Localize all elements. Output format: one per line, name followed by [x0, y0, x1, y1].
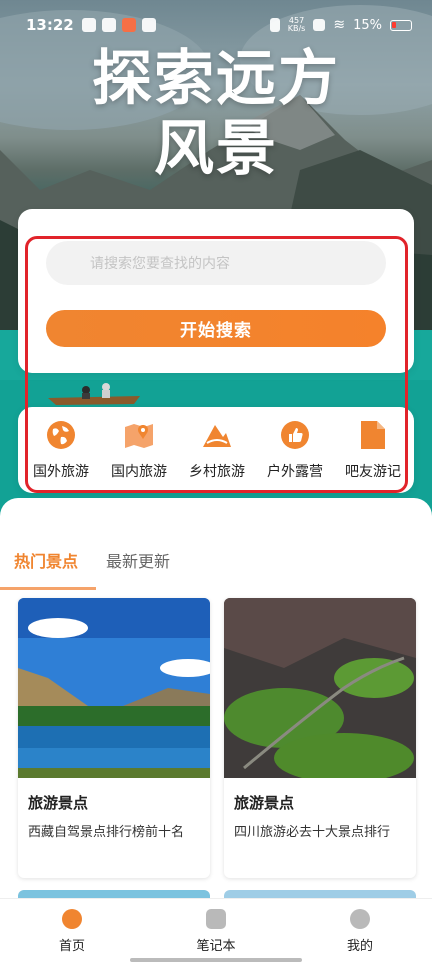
spot-name: 旅游景点	[234, 794, 295, 812]
notification-icon	[121, 18, 136, 32]
tab-latest[interactable]: 最新更新	[92, 550, 184, 590]
tab-hot-spots[interactable]: 热门景点	[0, 550, 92, 590]
nav-label: 我的	[346, 939, 373, 954]
content-sheet: 热门景点 最新更新 旅游景点 西藏自驾景点排行榜前十名 旅游景点 四川旅游必去十…	[0, 498, 432, 908]
hero-title-line2: 风景	[154, 114, 278, 184]
category-label: 国外旅游	[33, 464, 89, 480]
vibrate-icon	[269, 18, 280, 32]
start-search-button[interactable]: 开始搜索	[46, 310, 386, 347]
notification-icons	[81, 18, 156, 32]
category-travel-notes[interactable]: 吧友游记	[334, 407, 412, 493]
category-label: 吧友游记	[345, 464, 401, 480]
wifi-icon: ≋	[333, 17, 346, 33]
hero-title-line1: 探索远方	[92, 44, 340, 114]
status-bar: 13:22 457 KB/s ≋ 15%	[0, 0, 432, 50]
app-icon	[101, 18, 116, 32]
thumbs-up-icon	[281, 421, 309, 449]
nav-profile[interactable]: 我的	[288, 899, 432, 964]
category-label: 乡村旅游	[189, 464, 245, 480]
spot-image	[224, 598, 416, 778]
message-icon	[141, 18, 156, 32]
profile-icon	[350, 909, 370, 929]
home-icon	[62, 909, 82, 929]
battery-percent: 15%	[353, 17, 382, 33]
spot-card[interactable]: 旅游景点 四川旅游必去十大景点排行	[224, 598, 416, 878]
nav-notebook[interactable]: 笔记本	[144, 899, 288, 964]
cliff-path-photo	[224, 598, 416, 778]
spot-image	[18, 598, 210, 778]
nav-home[interactable]: 首页	[0, 899, 144, 964]
status-right: 457 KB/s ≋ 15%	[269, 17, 412, 33]
bottom-navigation: 首页 笔记本 我的	[0, 898, 432, 964]
search-input[interactable]	[46, 241, 386, 285]
sim-off-icon	[313, 19, 326, 31]
category-label: 户外露营	[267, 464, 323, 480]
category-label: 国内旅游	[111, 464, 167, 480]
spot-description: 西藏自驾景点排行榜前十名	[28, 825, 185, 840]
category-domestic[interactable]: 国内旅游	[100, 407, 178, 493]
category-camping[interactable]: 户外露营	[256, 407, 334, 493]
spot-card[interactable]: 旅游景点 西藏自驾景点排行榜前十名	[18, 598, 210, 878]
net-speed-unit: KB/s	[287, 24, 306, 33]
category-rural[interactable]: 乡村旅游	[178, 407, 256, 493]
network-speed: 457 KB/s	[288, 17, 306, 33]
globe-icon	[47, 421, 75, 449]
nav-label: 笔记本	[196, 939, 236, 954]
mountain-icon	[203, 425, 231, 447]
tab-bar: 热门景点 最新更新	[0, 550, 432, 590]
lake-photo	[18, 598, 210, 778]
search-card: 开始搜索	[18, 209, 414, 373]
sim-icon	[81, 18, 96, 32]
gesture-bar	[130, 958, 302, 962]
spot-description: 四川旅游必去十大景点排行	[234, 825, 391, 840]
battery-icon	[390, 19, 412, 31]
document-icon	[361, 421, 385, 449]
notebook-icon	[206, 909, 226, 929]
active-tab-indicator	[0, 587, 96, 590]
map-pin-icon	[125, 424, 153, 448]
spot-name: 旅游景点	[28, 794, 89, 812]
category-abroad[interactable]: 国外旅游	[22, 407, 100, 493]
hero-title: 探索远方 风景	[0, 44, 432, 184]
status-time: 13:22	[26, 16, 74, 34]
category-bar: 国外旅游 国内旅游 乡村旅游 户外露营 吧友游记	[18, 407, 414, 493]
nav-label: 首页	[58, 939, 85, 954]
